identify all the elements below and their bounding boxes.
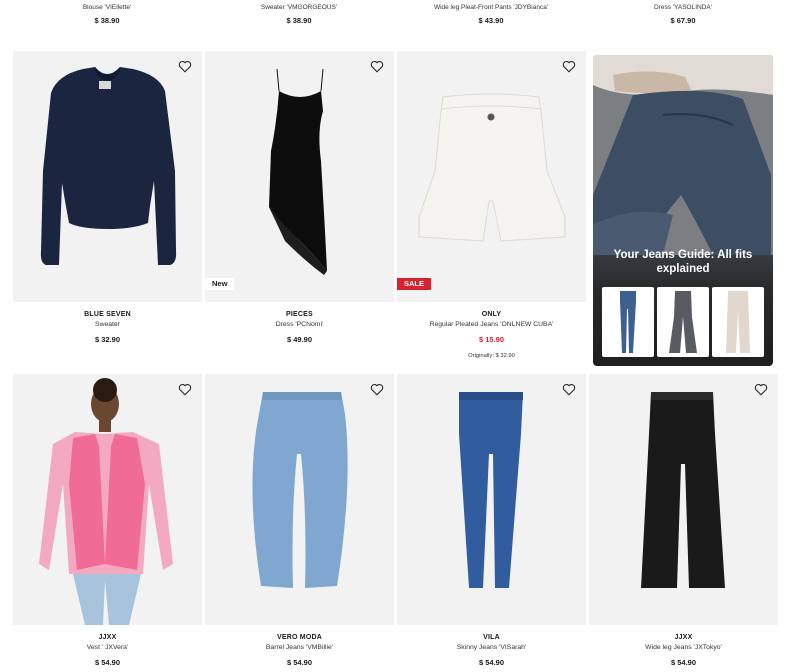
heart-icon[interactable] (370, 383, 384, 396)
product-card-top-3[interactable]: Wide leg Pleat-Front Pants 'JDYBianca' $… (396, 3, 586, 27)
product-brand: VERO MODA (277, 634, 322, 641)
heart-icon[interactable] (370, 60, 384, 73)
product-card-vero-moda-barrel-jeans[interactable]: VERO MODA Barrel Jeans 'VMBillie' $ 54.9… (205, 374, 394, 672)
product-info: VERO MODA Barrel Jeans 'VMBillie' $ 54.9… (205, 632, 394, 669)
promo-thumb-skinny[interactable] (602, 287, 654, 357)
sale-price: $ 15.90 (478, 335, 505, 344)
product-info: VILA Skinny Jeans 'VISarah' $ 54.90 (397, 632, 586, 669)
product-image[interactable] (397, 374, 586, 625)
product-price: $ 38.90 (286, 16, 312, 25)
product-price: $ 54.90 (94, 658, 121, 667)
heart-icon[interactable] (178, 60, 192, 73)
product-brand: PIECES (286, 311, 313, 318)
product-card-top-2[interactable]: Sweater 'VMGORGEOUS' $ 38.90 (204, 3, 394, 27)
product-name: Barrel Jeans 'VMBillie' (265, 644, 334, 651)
product-name: Wide leg Jeans 'JXTokyo' (645, 644, 722, 651)
product-name: Vest ' JXVera' (86, 644, 129, 651)
shorts-image (418, 93, 566, 242)
product-image[interactable]: SALE (397, 51, 586, 302)
dress-image (269, 68, 327, 275)
product-card-only-jeans-shorts[interactable]: SALE ONLY Regular Pleated Jeans 'ONLNEW … (397, 51, 586, 361)
product-name: Sweater (95, 321, 120, 328)
sale-badge: SALE (397, 278, 432, 290)
top-product-row: Blouse 'VIEllette' $ 38.90 Sweater 'VMGO… (0, 0, 800, 30)
heart-icon[interactable] (178, 383, 192, 396)
jeans-guide-promo[interactable]: Your Jeans Guide: All fits explained (593, 55, 773, 366)
product-card-jjxx-wide-leg-jeans[interactable]: JJXX Wide leg Jeans 'JXTokyo' $ 54.90 (589, 374, 778, 672)
product-info: JJXX Wide leg Jeans 'JXTokyo' $ 54.90 (589, 632, 778, 669)
product-price: $ 32.90 (94, 335, 121, 344)
product-price: $ 54.90 (286, 658, 313, 667)
heart-icon[interactable] (754, 383, 768, 396)
product-name: Dress 'YASOLINDA' (654, 4, 712, 11)
product-info: ONLY Regular Pleated Jeans 'ONLNEW CUBA'… (397, 309, 586, 361)
product-image[interactable] (13, 51, 202, 302)
promo-title: Your Jeans Guide: All fits explained (613, 249, 753, 275)
product-info: BLUE SEVEN Sweater $ 32.90 (13, 309, 202, 346)
product-card-jjxx-vest[interactable]: JJXX Vest ' JXVera' $ 54.90 (13, 374, 202, 672)
product-card-pieces-dress[interactable]: New PIECES Dress 'PCNomi' $ 49.90 (205, 51, 394, 361)
heart-icon[interactable] (562, 60, 576, 73)
promo-thumb-straight[interactable] (712, 287, 764, 357)
product-brand: JJXX (674, 634, 693, 641)
product-card-vila-skinny-jeans[interactable]: VILA Skinny Jeans 'VISarah' $ 54.90 (397, 374, 586, 672)
product-image[interactable] (205, 374, 394, 625)
product-name: Blouse 'VIEllette' (82, 4, 132, 11)
promo-thumb-flare[interactable] (657, 287, 709, 357)
product-price: $ 38.90 (94, 16, 120, 25)
product-price: $ 49.90 (286, 335, 313, 344)
product-name: Sweater 'VMGORGEOUS' (260, 4, 338, 11)
product-image[interactable] (13, 374, 202, 625)
sweater-image (40, 67, 177, 265)
product-card-top-4[interactable]: Dress 'YASOLINDA' $ 67.90 (588, 3, 778, 27)
product-name: Skinny Jeans 'VISarah' (456, 644, 527, 651)
product-name: Regular Pleated Jeans 'ONLNEW CUBA' (429, 321, 554, 328)
product-info: JJXX Vest ' JXVera' $ 54.90 (13, 632, 202, 669)
product-price: $ 43.90 (478, 16, 504, 25)
product-name: Wide leg Pleat-Front Pants 'JDYBianca' (433, 4, 549, 11)
product-image[interactable] (589, 374, 778, 625)
product-name: Dress 'PCNomi' (275, 321, 324, 328)
product-brand: VILA (483, 634, 500, 641)
product-brand: BLUE SEVEN (84, 311, 131, 318)
product-brand: ONLY (481, 311, 502, 318)
product-image[interactable]: New (205, 51, 394, 302)
product-info: PIECES Dress 'PCNomi' $ 49.90 (205, 309, 394, 346)
product-brand: JJXX (98, 634, 117, 641)
wide-leg-jeans-image (641, 392, 725, 588)
promo-photo (593, 55, 773, 255)
product-price: $ 67.90 (670, 16, 696, 25)
original-price: Originally: $ 32.90 (468, 353, 515, 359)
product-price: $ 54.90 (478, 658, 505, 667)
product-price: $ 54.90 (670, 658, 697, 667)
new-badge: New (205, 278, 235, 290)
heart-icon[interactable] (562, 383, 576, 396)
barrel-jeans-image (252, 392, 348, 588)
product-card-top-1[interactable]: Blouse 'VIEllette' $ 38.90 (12, 3, 202, 27)
skinny-jeans-image (459, 392, 523, 588)
vest-model-image (39, 378, 173, 625)
product-card-blue-seven-sweater[interactable]: BLUE SEVEN Sweater $ 32.90 (13, 51, 202, 361)
